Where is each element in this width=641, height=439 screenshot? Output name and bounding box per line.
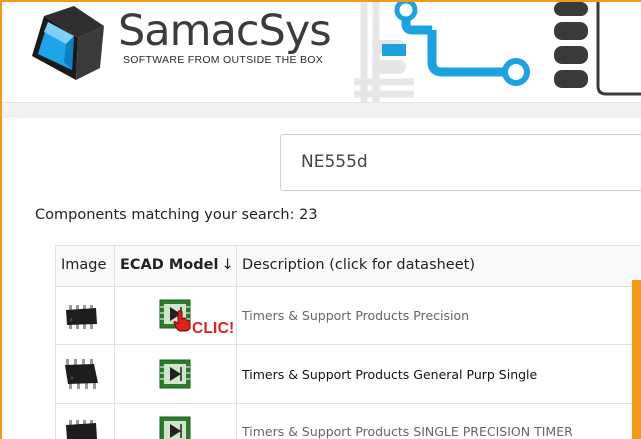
search-input[interactable]: NE555d — [280, 134, 641, 191]
pcb-decoration — [354, 2, 641, 102]
site-header: SamacSys SOFTWARE FROM OUTSIDE THE BOX — [2, 2, 641, 102]
sort-arrow-icon[interactable]: ↓ — [221, 257, 233, 273]
soic-chip-icon — [66, 420, 97, 439]
brand-tagline: SOFTWARE FROM OUTSIDE THE BOX — [123, 54, 324, 66]
ecad-model-icon[interactable] — [159, 359, 191, 389]
table-row: CLIC! Timers & Support Products Precisio… — [56, 287, 641, 345]
soic-chip-icon — [65, 359, 98, 389]
results-count: Components matching your search: 23 — [35, 207, 318, 223]
hand-pointer-icon — [173, 310, 191, 332]
page-edge-accent — [632, 280, 641, 439]
ecad-header-label[interactable]: ECAD Model — [120, 257, 218, 273]
cube-logo-icon[interactable] — [26, 4, 110, 84]
table-row: Timers & Support Products SINGLE PRECISI… — [56, 404, 641, 439]
description-link[interactable]: Timers & Support Products SINGLE PRECISI… — [242, 424, 573, 439]
results-table: Image ECAD Model ↓ Description (click for… — [55, 245, 641, 439]
column-header-ecad[interactable]: ECAD Model ↓ — [115, 246, 236, 273]
soic-chip-icon — [66, 305, 97, 329]
header-divider — [2, 102, 641, 118]
description-link[interactable]: Timers & Support Products General Purp S… — [242, 367, 537, 382]
description-link[interactable]: Timers & Support Products Precision — [242, 308, 469, 323]
column-header-description: Description (click for datasheet) — [242, 257, 475, 273]
table-row: Timers & Support Products General Purp S… — [56, 345, 641, 404]
click-annotation: CLIC! — [192, 320, 235, 337]
column-header-image: Image — [61, 257, 107, 273]
ecad-model-icon[interactable] — [159, 416, 191, 439]
table-header-row: Image ECAD Model ↓ Description (click for… — [56, 246, 641, 287]
brand-name: SamacSys — [118, 6, 332, 56]
